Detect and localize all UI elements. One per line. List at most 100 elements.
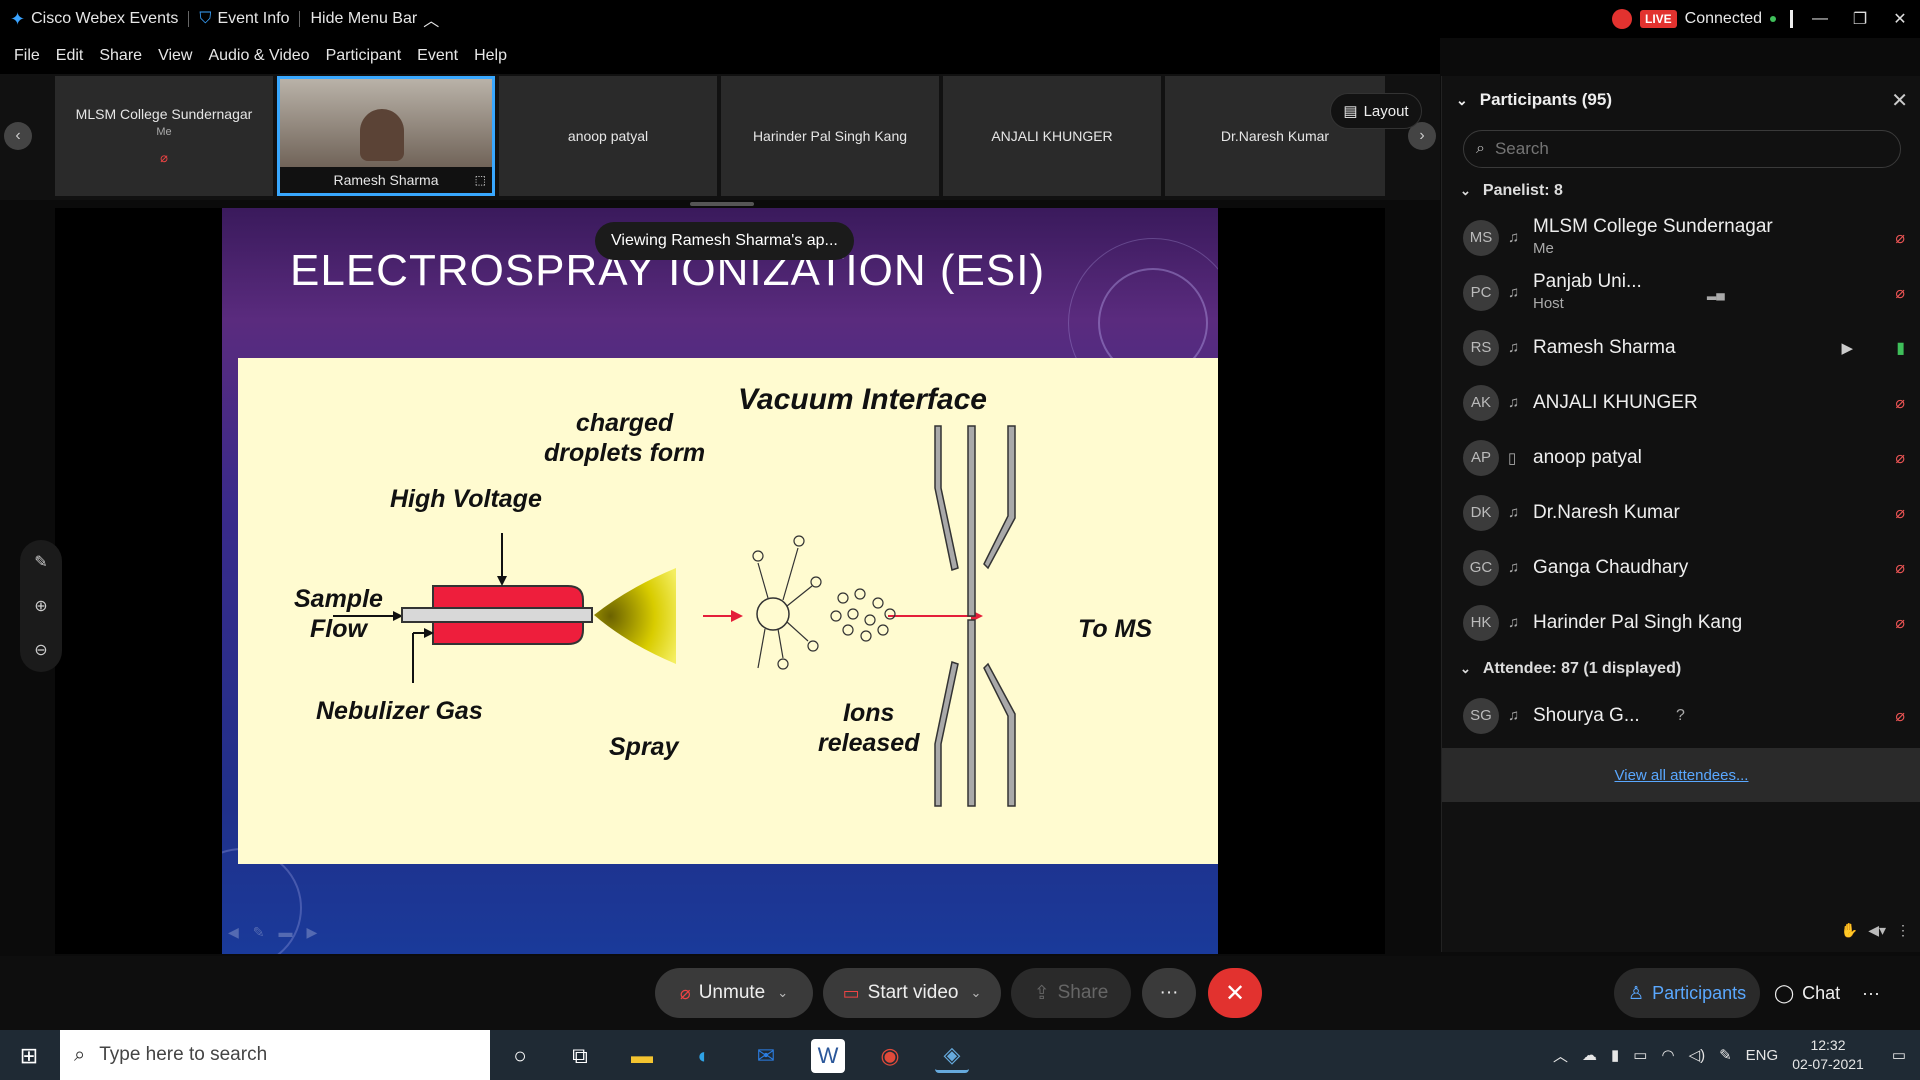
view-all-attendees-link[interactable]: View all attendees...: [1615, 767, 1749, 784]
slide-menu-icon[interactable]: ▬: [279, 924, 293, 941]
close-icon[interactable]: ✕: [1891, 88, 1908, 113]
menu-edit[interactable]: Edit: [48, 47, 92, 65]
headset-icon: ♫: [1508, 284, 1520, 301]
pen-icon[interactable]: ✎: [1719, 1046, 1732, 1064]
participant-row[interactable]: HK ♫ Harinder Pal Singh Kang ⌀: [1442, 595, 1920, 650]
windows-start-icon[interactable]: ⊞: [12, 1039, 46, 1073]
tile-name: MLSM College Sundernagar: [75, 106, 253, 122]
annotate-icon[interactable]: ✎: [34, 552, 47, 572]
microphone-icon[interactable]: ▮: [1611, 1046, 1619, 1064]
webex-taskbar-icon[interactable]: ◈: [935, 1039, 969, 1073]
reactions-icon[interactable]: ◀▾: [1868, 922, 1886, 939]
chrome-icon[interactable]: ◉: [873, 1039, 907, 1073]
participant-row[interactable]: RS ♫ Ramesh Sharma ▶ ▮: [1442, 320, 1920, 375]
chevron-down-icon[interactable]: ⌄: [970, 985, 981, 1001]
panel-title: Participants (95): [1479, 90, 1612, 109]
video-tile[interactable]: anoop patyal: [499, 76, 717, 196]
edge-browser-icon[interactable]: ◐: [687, 1039, 721, 1073]
video-tile[interactable]: ANJALI KHUNGER: [943, 76, 1161, 196]
leave-meeting-button[interactable]: ✕: [1208, 968, 1262, 1018]
cortana-icon[interactable]: ○: [503, 1039, 537, 1073]
layout-button[interactable]: ▤ Layout: [1330, 93, 1422, 129]
search-input[interactable]: [1494, 139, 1875, 159]
taskbar-search[interactable]: ⌕ Type here to search: [60, 1030, 490, 1080]
menu-file[interactable]: File: [6, 47, 48, 65]
chevron-down-icon[interactable]: ⌄: [777, 985, 788, 1001]
raise-hand-icon[interactable]: ✋: [1841, 922, 1858, 939]
slide-prev-icon[interactable]: ◀: [228, 924, 239, 941]
avatar: PC: [1463, 274, 1499, 311]
participant-row[interactable]: MS ♫ MLSM College Sundernagar Me ⌀: [1442, 210, 1920, 265]
participant-row[interactable]: AP ▯ anoop patyal ⌀: [1442, 430, 1920, 485]
more-options-button[interactable]: ···: [1142, 968, 1196, 1018]
filmstrip-prev-button[interactable]: ‹: [4, 122, 32, 150]
connected-dot-icon: [1770, 16, 1777, 22]
participant-search[interactable]: ⌕: [1463, 130, 1901, 168]
video-tile[interactable]: MLSM College Sundernagar Me ⌀: [55, 76, 273, 196]
panelist-section-header[interactable]: ⌄ Panelist: 8: [1460, 182, 1563, 200]
esi-diagram: Vacuum Interface charged droplets form H…: [238, 358, 1218, 864]
chevron-up-icon[interactable]: ︿: [1553, 1045, 1568, 1066]
task-view-icon[interactable]: ⧉: [563, 1039, 597, 1073]
slide-next-icon[interactable]: ▶: [307, 924, 318, 941]
active-mic-icon[interactable]: ▮: [1896, 338, 1905, 358]
participant-role: Host: [1533, 295, 1564, 312]
menu-event[interactable]: Event: [409, 47, 466, 65]
participant-row[interactable]: GC ♫ Ganga Chaudhary ⌀: [1442, 540, 1920, 595]
volume-icon[interactable]: ◁): [1689, 1046, 1706, 1064]
zoom-in-icon[interactable]: ⊕: [34, 596, 47, 616]
word-icon[interactable]: W: [811, 1039, 845, 1073]
participant-row[interactable]: DK ♫ Dr.Naresh Kumar ⌀: [1442, 485, 1920, 540]
participant-row[interactable]: PC ♫ Panjab Uni... Host ▂▄ ⌀: [1442, 265, 1920, 320]
muted-mic-icon[interactable]: ⌀: [1895, 448, 1905, 468]
participants-tab-button[interactable]: ♙ Participants: [1614, 968, 1761, 1018]
more-vertical-icon[interactable]: ⋮: [1896, 922, 1910, 939]
muted-mic-icon[interactable]: ⌀: [1895, 558, 1905, 578]
muted-mic-icon[interactable]: ⌀: [1895, 503, 1905, 523]
chevron-down-icon[interactable]: ⌄: [1456, 92, 1468, 109]
share-button[interactable]: ⇪ Share: [1011, 968, 1131, 1018]
muted-mic-icon[interactable]: ⌀: [1895, 283, 1905, 303]
minimize-icon[interactable]: —: [1800, 10, 1840, 28]
shared-content-stage: ELECTROSPRAY IONIZATION (ESI) Vacuum Int…: [55, 208, 1385, 954]
participant-name: Ganga Chaudhary: [1533, 556, 1689, 578]
video-tile-active-speaker[interactable]: Ramesh Sharma ⬚: [277, 76, 495, 196]
window-controls: — ❐ ✕: [1800, 0, 1920, 38]
menu-participant[interactable]: Participant: [318, 47, 410, 65]
participants-panel: ⌄ Participants (95) ✕ ⌕ ⌄ Panelist: 8 MS…: [1441, 76, 1920, 952]
attendee-section-header[interactable]: ⌄ Attendee: 87 (1 displayed): [1460, 660, 1681, 678]
menu-help[interactable]: Help: [466, 47, 515, 65]
headset-icon: ♫: [1508, 229, 1520, 246]
start-video-button[interactable]: ▭ Start video ⌄: [823, 968, 1001, 1018]
muted-mic-icon[interactable]: ⌀: [1895, 393, 1905, 413]
language-indicator[interactable]: ENG: [1746, 1047, 1779, 1064]
chat-tab-button[interactable]: ◯ Chat: [1760, 968, 1854, 1018]
more-panels-button[interactable]: ···: [1862, 968, 1880, 1018]
arrow-head: [497, 576, 507, 586]
muted-mic-icon[interactable]: ⌀: [1895, 613, 1905, 633]
menu-share[interactable]: Share: [91, 47, 150, 65]
video-tile[interactable]: Harinder Pal Singh Kang: [721, 76, 939, 196]
mail-icon[interactable]: ✉: [749, 1039, 783, 1073]
notifications-icon[interactable]: ▭: [1892, 1046, 1906, 1064]
avatar: GC: [1463, 549, 1499, 586]
restore-icon[interactable]: ❐: [1840, 9, 1880, 29]
battery-icon[interactable]: ▭: [1633, 1046, 1647, 1064]
hide-menu-bar-button[interactable]: Hide Menu Bar ︿: [300, 7, 449, 31]
wifi-icon[interactable]: ◠: [1661, 1046, 1674, 1064]
unmute-button[interactable]: ⌀ Unmute ⌄: [655, 968, 813, 1018]
muted-mic-icon[interactable]: ⌀: [1895, 228, 1905, 248]
participant-row[interactable]: AK ♫ ANJALI KHUNGER ⌀: [1442, 375, 1920, 430]
menu-audio-video[interactable]: Audio & Video: [200, 47, 317, 65]
resize-handle[interactable]: [690, 202, 754, 206]
close-window-icon[interactable]: ✕: [1880, 9, 1920, 29]
menu-view[interactable]: View: [150, 47, 200, 65]
slide-pen-icon[interactable]: ✎: [253, 924, 265, 941]
file-explorer-icon[interactable]: ▬: [625, 1039, 659, 1073]
zoom-out-icon[interactable]: ⊖: [34, 640, 47, 660]
muted-mic-icon[interactable]: ⌀: [1895, 706, 1905, 726]
participant-row[interactable]: SG ♫ Shourya G... ? ⌀: [1442, 688, 1920, 743]
event-info-button[interactable]: ⛉ Event Info: [189, 10, 299, 28]
clock[interactable]: 12:32 02-07-2021: [1792, 1036, 1864, 1074]
onedrive-icon[interactable]: ☁: [1582, 1046, 1597, 1064]
